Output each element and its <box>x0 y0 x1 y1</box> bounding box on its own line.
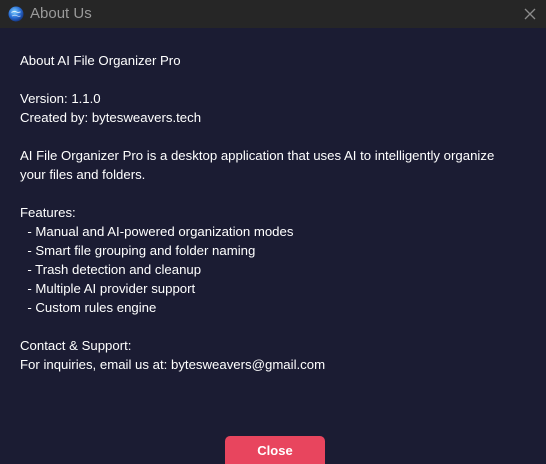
features-heading: Features: <box>20 205 76 220</box>
feature-item: - Custom rules engine <box>20 300 157 315</box>
version-text: Version: 1.1.0 <box>20 91 101 106</box>
feature-item: - Trash detection and cleanup <box>20 262 202 277</box>
feature-item: - Smart file grouping and folder naming <box>20 243 256 258</box>
globe-app-icon <box>8 6 24 22</box>
close-button[interactable]: Close <box>225 436 325 464</box>
contact-line: For inquiries, email us at: bytesweavers… <box>20 357 326 372</box>
description-line: AI File Organizer Pro is a desktop appli… <box>20 148 495 163</box>
about-dialog: About Us About AI File Organizer Pro Ver… <box>0 0 546 464</box>
close-x-icon <box>524 8 536 20</box>
title-bar[interactable]: About Us <box>0 0 546 28</box>
contact-heading: Contact & Support: <box>20 338 132 353</box>
window-title: About Us <box>30 5 92 22</box>
about-heading: About AI File Organizer Pro <box>20 53 181 68</box>
feature-item: - Multiple AI provider support <box>20 281 196 296</box>
feature-item: - Manual and AI-powered organization mod… <box>20 224 294 239</box>
created-by-text: Created by: bytesweavers.tech <box>20 110 202 125</box>
window-close-button[interactable] <box>520 4 540 24</box>
description-line: your files and folders. <box>20 167 146 182</box>
about-content: About AI File Organizer Pro Version: 1.1… <box>20 51 536 374</box>
